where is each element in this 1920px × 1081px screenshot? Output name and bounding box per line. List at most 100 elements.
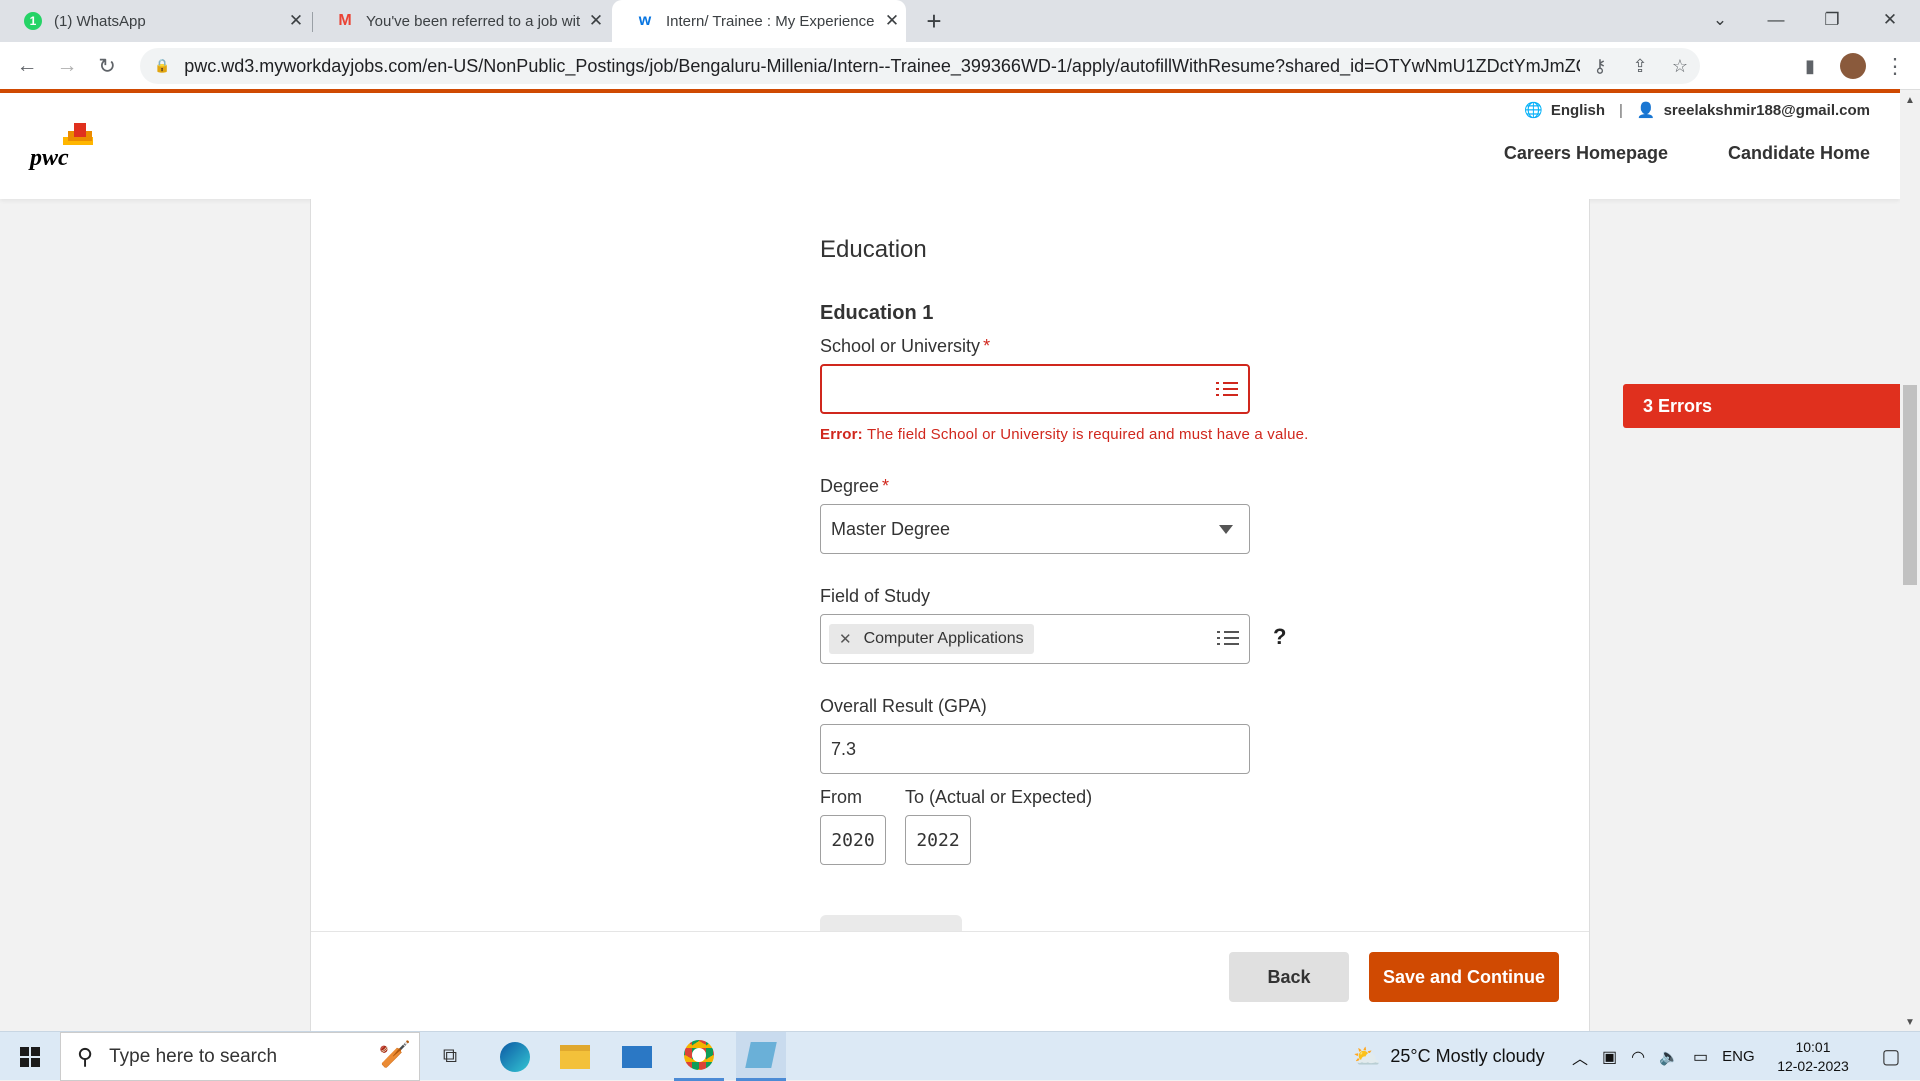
address-bar: ← → ↻ 🔒 pwc.wd3.myworkdayjobs.com/en-US/… bbox=[0, 42, 1920, 90]
clock[interactable]: 10:01 12-02-2023 bbox=[1768, 1038, 1858, 1076]
pill-label: Computer Applications bbox=[863, 630, 1024, 647]
star-icon[interactable]: ☆ bbox=[1660, 56, 1700, 77]
back-nav-button[interactable]: ← bbox=[12, 51, 42, 81]
remove-icon[interactable]: ✕ bbox=[839, 630, 852, 648]
more-vert-icon: ⋮ bbox=[1884, 54, 1906, 78]
header-utility: 🌐 English | 👤 sreelakshmir188@gmail.com bbox=[1524, 101, 1870, 120]
search-icon: ⚲ bbox=[77, 1043, 94, 1069]
tab-whatsapp[interactable]: 1 (1) WhatsApp ✕ bbox=[0, 0, 310, 42]
chrome-app[interactable] bbox=[674, 1032, 724, 1081]
maximize-button[interactable]: ❐ bbox=[1808, 0, 1856, 40]
task-view-button[interactable]: ⧉ bbox=[430, 1032, 470, 1081]
arrow-right-icon: → bbox=[56, 54, 78, 77]
reload-button[interactable]: ↻ bbox=[92, 51, 122, 81]
device-icon[interactable]: ▣ bbox=[1602, 1047, 1617, 1067]
list-icon[interactable] bbox=[1216, 380, 1238, 398]
edge-app[interactable] bbox=[490, 1032, 540, 1081]
avatar-icon bbox=[1840, 53, 1866, 79]
field-of-study-input[interactable]: ✕ Computer Applications bbox=[820, 614, 1250, 664]
form-footer: Back Save and Continue bbox=[311, 931, 1589, 1031]
errors-count: 3 Errors bbox=[1643, 395, 1713, 416]
school-label-text: School or University bbox=[820, 336, 981, 356]
to-label: To (Actual or Expected) bbox=[905, 787, 1093, 807]
mail-app[interactable] bbox=[612, 1032, 662, 1081]
globe-icon: 🌐 bbox=[1524, 102, 1543, 119]
edge-icon bbox=[500, 1041, 530, 1072]
divider: | bbox=[1619, 101, 1623, 119]
minimize-button[interactable]: — bbox=[1752, 0, 1800, 40]
logo-text: pwc bbox=[30, 145, 69, 171]
restore-icon: ❐ bbox=[1824, 10, 1840, 29]
section-title: Education bbox=[820, 236, 927, 263]
chevron-down-icon: ⌄ bbox=[1712, 10, 1728, 29]
school-error-message: Error: The field School or University is… bbox=[820, 426, 1309, 443]
lock-icon: 🔒 bbox=[154, 58, 171, 73]
nav-candidate-home[interactable]: Candidate Home bbox=[1728, 143, 1870, 164]
url-field[interactable]: 🔒 pwc.wd3.myworkdayjobs.com/en-US/NonPub… bbox=[140, 48, 1700, 84]
new-tab-button[interactable]: + bbox=[912, 0, 956, 42]
input-language[interactable]: ENG bbox=[1722, 1048, 1755, 1065]
help-icon[interactable]: ? bbox=[1273, 624, 1286, 650]
pwc-logo[interactable]: pwc bbox=[30, 123, 100, 171]
forward-nav-button[interactable]: → bbox=[52, 51, 82, 81]
gpa-input[interactable]: 7.3 bbox=[820, 724, 1250, 774]
weather-widget[interactable]: ⛅ 25°C Mostly cloudy bbox=[1353, 1032, 1545, 1081]
degree-select[interactable]: Master Degree bbox=[820, 504, 1250, 554]
degree-label: Degree * bbox=[820, 476, 889, 497]
page-scrollbar[interactable]: ▲ ▼ bbox=[1900, 93, 1920, 1031]
battery-icon[interactable]: ▭ bbox=[1693, 1047, 1708, 1067]
start-button[interactable] bbox=[0, 1032, 60, 1081]
close-icon: ✕ bbox=[1882, 10, 1898, 29]
notifications-button[interactable]: ▢ bbox=[1866, 1032, 1916, 1081]
user-email[interactable]: sreelakshmir188@gmail.com bbox=[1664, 102, 1870, 119]
chevron-up-icon[interactable]: ︿ bbox=[1572, 1045, 1588, 1069]
profile-avatar[interactable] bbox=[1838, 51, 1868, 81]
close-icon[interactable]: ✕ bbox=[282, 11, 310, 31]
tab-title: (1) WhatsApp bbox=[54, 12, 146, 30]
clock-time: 10:01 bbox=[1795, 1039, 1831, 1055]
required-marker: * bbox=[983, 336, 991, 356]
menu-button[interactable]: ⋮ bbox=[1880, 51, 1910, 81]
degree-value: Master Degree bbox=[831, 518, 951, 539]
gpa-value: 7.3 bbox=[831, 738, 857, 759]
file-explorer-app[interactable] bbox=[550, 1032, 600, 1081]
to-year-input[interactable]: 2022 bbox=[905, 815, 971, 865]
arrow-left-icon: ← bbox=[16, 54, 38, 77]
wifi-icon[interactable]: ◠ bbox=[1631, 1047, 1645, 1067]
side-panel-button[interactable]: ▮ bbox=[1795, 51, 1825, 81]
scrollbar-thumb[interactable] bbox=[1903, 385, 1917, 585]
error-key: Error: bbox=[820, 426, 863, 443]
scroll-down-icon[interactable]: ▼ bbox=[1905, 1017, 1915, 1028]
school-label: School or University * bbox=[820, 336, 990, 357]
taskbar-search[interactable]: ⚲ Type here to search 🏏 bbox=[60, 1032, 420, 1081]
cricket-icon[interactable]: 🏏 bbox=[379, 1039, 411, 1070]
workday-icon: w bbox=[638, 12, 652, 29]
tab-workday[interactable]: w Intern/ Trainee : My Experience ✕ bbox=[612, 0, 906, 42]
school-input[interactable] bbox=[820, 364, 1250, 414]
notepad-app[interactable] bbox=[736, 1032, 786, 1081]
back-button[interactable]: Back bbox=[1229, 952, 1349, 1002]
header-nav: Careers Homepage Candidate Home bbox=[1504, 143, 1870, 164]
cloudy-icon: ⛅ bbox=[1353, 1043, 1381, 1069]
tab-gmail[interactable]: M You've been referred to a job wit ✕ bbox=[312, 0, 610, 42]
nav-careers-homepage[interactable]: Careers Homepage bbox=[1504, 143, 1668, 164]
volume-icon[interactable]: 🔈 bbox=[1659, 1047, 1679, 1067]
tab-search-button[interactable]: ⌄ bbox=[1696, 0, 1744, 40]
share-icon[interactable]: ⇪ bbox=[1620, 56, 1660, 77]
close-icon[interactable]: ✕ bbox=[878, 11, 906, 31]
degree-label-text: Degree bbox=[820, 476, 880, 496]
from-year-input[interactable]: 2020 bbox=[820, 815, 886, 865]
save-and-continue-button[interactable]: Save and Continue bbox=[1369, 952, 1559, 1002]
system-tray: ︿ ▣ ◠ 🔈 ▭ ENG bbox=[1572, 1032, 1755, 1081]
language-selector[interactable]: English bbox=[1551, 102, 1605, 119]
close-icon[interactable]: ✕ bbox=[582, 11, 610, 31]
windows-icon bbox=[20, 1046, 40, 1067]
errors-banner[interactable]: 3 Errors bbox=[1623, 384, 1900, 428]
key-icon[interactable]: ⚷ bbox=[1580, 56, 1620, 77]
plus-icon: + bbox=[926, 5, 942, 36]
from-value: 2020 bbox=[831, 829, 875, 851]
mail-icon bbox=[622, 1045, 652, 1068]
close-window-button[interactable]: ✕ bbox=[1866, 0, 1914, 40]
list-icon[interactable] bbox=[1217, 629, 1239, 647]
scroll-up-icon[interactable]: ▲ bbox=[1905, 95, 1915, 106]
